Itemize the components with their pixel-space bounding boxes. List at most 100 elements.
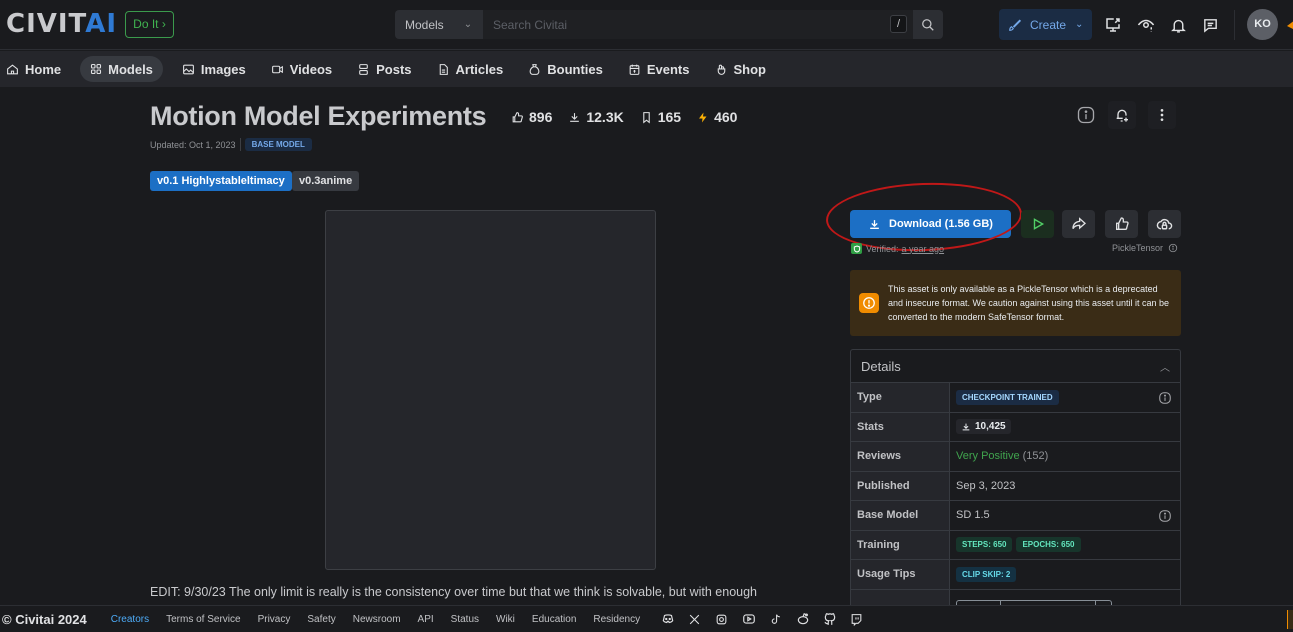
brush-icon xyxy=(1009,19,1022,31)
base-model-badge: BASE MODEL xyxy=(244,138,312,151)
share-button[interactable] xyxy=(1062,210,1095,238)
like-button[interactable] xyxy=(1105,210,1138,238)
divider xyxy=(239,138,241,151)
discord-icon[interactable] xyxy=(660,612,675,627)
search-scope-select[interactable]: Models ⌄ xyxy=(395,10,483,39)
version-tab-v0-1[interactable]: v0.1 Highlystableltimacy xyxy=(150,171,292,191)
tiktok-icon[interactable] xyxy=(768,612,783,627)
details-row-training: Training STEPS: 650 EPOCHS: 650 xyxy=(851,530,1180,560)
model-title: Motion Model Experiments xyxy=(150,101,487,131)
social-links xyxy=(660,612,876,627)
side-widget[interactable] xyxy=(1287,610,1293,629)
epochs-badge: EPOCHS: 650 xyxy=(1016,537,1081,553)
footer-link-api[interactable]: API xyxy=(418,614,434,625)
nav-item-home[interactable]: Home xyxy=(0,56,67,82)
image-icon xyxy=(183,64,194,74)
file-format: PickleTensor xyxy=(1112,243,1178,253)
chat-button[interactable] xyxy=(1199,14,1221,36)
download-icon xyxy=(570,112,580,122)
search-input[interactable]: Search Civitai / xyxy=(483,10,913,39)
run-button[interactable] xyxy=(1021,210,1054,238)
search-button[interactable] xyxy=(913,10,943,39)
nav-item-shop[interactable]: Shop xyxy=(709,56,773,82)
nav-item-posts[interactable]: Posts xyxy=(351,56,417,82)
verified-time-link[interactable]: a year ago xyxy=(902,244,945,254)
footer-link-safety[interactable]: Safety xyxy=(307,614,335,625)
footer-link-newsroom[interactable]: Newsroom xyxy=(353,614,401,625)
pickletensor-warning: This asset is only available as a Pickle… xyxy=(850,270,1181,336)
cloud-save-button[interactable] xyxy=(1148,210,1181,238)
details-row-reviews: Reviews Very Positive (152) xyxy=(851,442,1180,472)
instagram-icon[interactable] xyxy=(714,612,729,627)
buzz-stat: 460 xyxy=(692,106,742,128)
more-options-button[interactable] xyxy=(1148,101,1176,129)
details-panel: Details ︿ Type CHECKPOINT TRAINED Stats … xyxy=(850,349,1181,609)
share-icon xyxy=(1071,217,1086,230)
bookmark-icon xyxy=(642,111,650,124)
divider xyxy=(1234,10,1235,40)
footer: © Civitai 2024 Creators Terms of Service… xyxy=(0,605,1293,632)
follow-notifications-button[interactable] xyxy=(1108,101,1136,129)
nav-item-images[interactable]: Images xyxy=(176,56,252,82)
bell-icon xyxy=(1170,19,1186,33)
cast-button[interactable] xyxy=(1102,14,1124,36)
x-icon[interactable] xyxy=(687,612,702,627)
footer-link-privacy[interactable]: Privacy xyxy=(258,614,291,625)
chevron-down-icon: ⌄ xyxy=(1075,19,1084,30)
nav-item-videos[interactable]: Videos xyxy=(265,56,338,82)
civitai-logo[interactable]: CIVITAI xyxy=(6,9,117,39)
posts-icon xyxy=(359,63,368,75)
footer-link-residency[interactable]: Residency xyxy=(593,614,640,625)
bell-plus-icon xyxy=(1116,109,1128,122)
model-page: Motion Model Experiments 896 12.3K 165 4… xyxy=(0,87,1293,609)
footer-link-terms[interactable]: Terms of Service xyxy=(166,614,240,625)
reddit-icon[interactable] xyxy=(795,612,810,627)
nav-item-articles[interactable]: Articles xyxy=(431,56,510,82)
github-icon[interactable] xyxy=(822,612,837,627)
details-row-stats: Stats 10,425 xyxy=(851,412,1180,442)
grid-icon xyxy=(91,63,102,75)
review-sentiment-link[interactable]: Very Positive xyxy=(956,450,1020,462)
model-info-button[interactable] xyxy=(1072,101,1100,129)
download-icon xyxy=(962,423,970,431)
search-bar: Models ⌄ Search Civitai / xyxy=(395,10,943,39)
cloud-lock-icon xyxy=(1156,218,1173,229)
model-preview-image[interactable] xyxy=(325,210,656,570)
chevron-down-icon: ⌄ xyxy=(463,19,473,30)
details-row-usage-tips: Usage Tips CLIP SKIP: 2 xyxy=(851,560,1180,590)
user-avatar[interactable]: KO xyxy=(1247,9,1278,40)
footer-link-status[interactable]: Status xyxy=(451,614,479,625)
footer-link-education[interactable]: Education xyxy=(532,614,576,625)
details-row-type: Type CHECKPOINT TRAINED xyxy=(851,383,1180,413)
details-header[interactable]: Details ︿ xyxy=(851,350,1180,383)
buzz-indicator[interactable] xyxy=(1287,20,1293,30)
nav-item-models[interactable]: Models xyxy=(80,56,163,82)
type-badge: CHECKPOINT TRAINED xyxy=(956,389,1059,405)
chat-icon xyxy=(1203,18,1217,33)
article-icon xyxy=(439,63,448,75)
dots-vertical-icon xyxy=(1160,109,1164,121)
info-icon[interactable] xyxy=(1168,243,1178,253)
nav-item-bounties[interactable]: Bounties xyxy=(522,56,609,82)
footer-link-wiki[interactable]: Wiki xyxy=(496,614,515,625)
nav-item-events[interactable]: Events xyxy=(622,56,696,82)
eye-icon xyxy=(1137,19,1155,32)
thumbs-up-icon xyxy=(512,111,523,122)
play-icon xyxy=(1033,218,1044,230)
details-row-base-model: Base Model SD 1.5 xyxy=(851,501,1180,531)
footer-link-creators[interactable]: Creators xyxy=(111,614,149,625)
twitch-icon[interactable] xyxy=(849,612,864,627)
calendar-icon xyxy=(629,64,640,75)
steps-badge: STEPS: 650 xyxy=(956,537,1013,553)
do-it-button[interactable]: Do It › xyxy=(125,11,174,38)
verified-status: Verified: a year ago xyxy=(851,243,944,254)
youtube-icon[interactable] xyxy=(741,612,756,627)
thumbs-up-icon xyxy=(1115,217,1129,230)
browsing-level-button[interactable] xyxy=(1135,14,1157,36)
info-icon[interactable] xyxy=(1158,509,1172,523)
info-icon[interactable] xyxy=(1158,391,1172,405)
notifications-button[interactable] xyxy=(1167,14,1189,36)
version-tab-v0-3[interactable]: v0.3anime xyxy=(292,171,360,191)
create-button[interactable]: Create ⌄ xyxy=(999,9,1092,40)
screen-share-icon xyxy=(1106,18,1120,32)
